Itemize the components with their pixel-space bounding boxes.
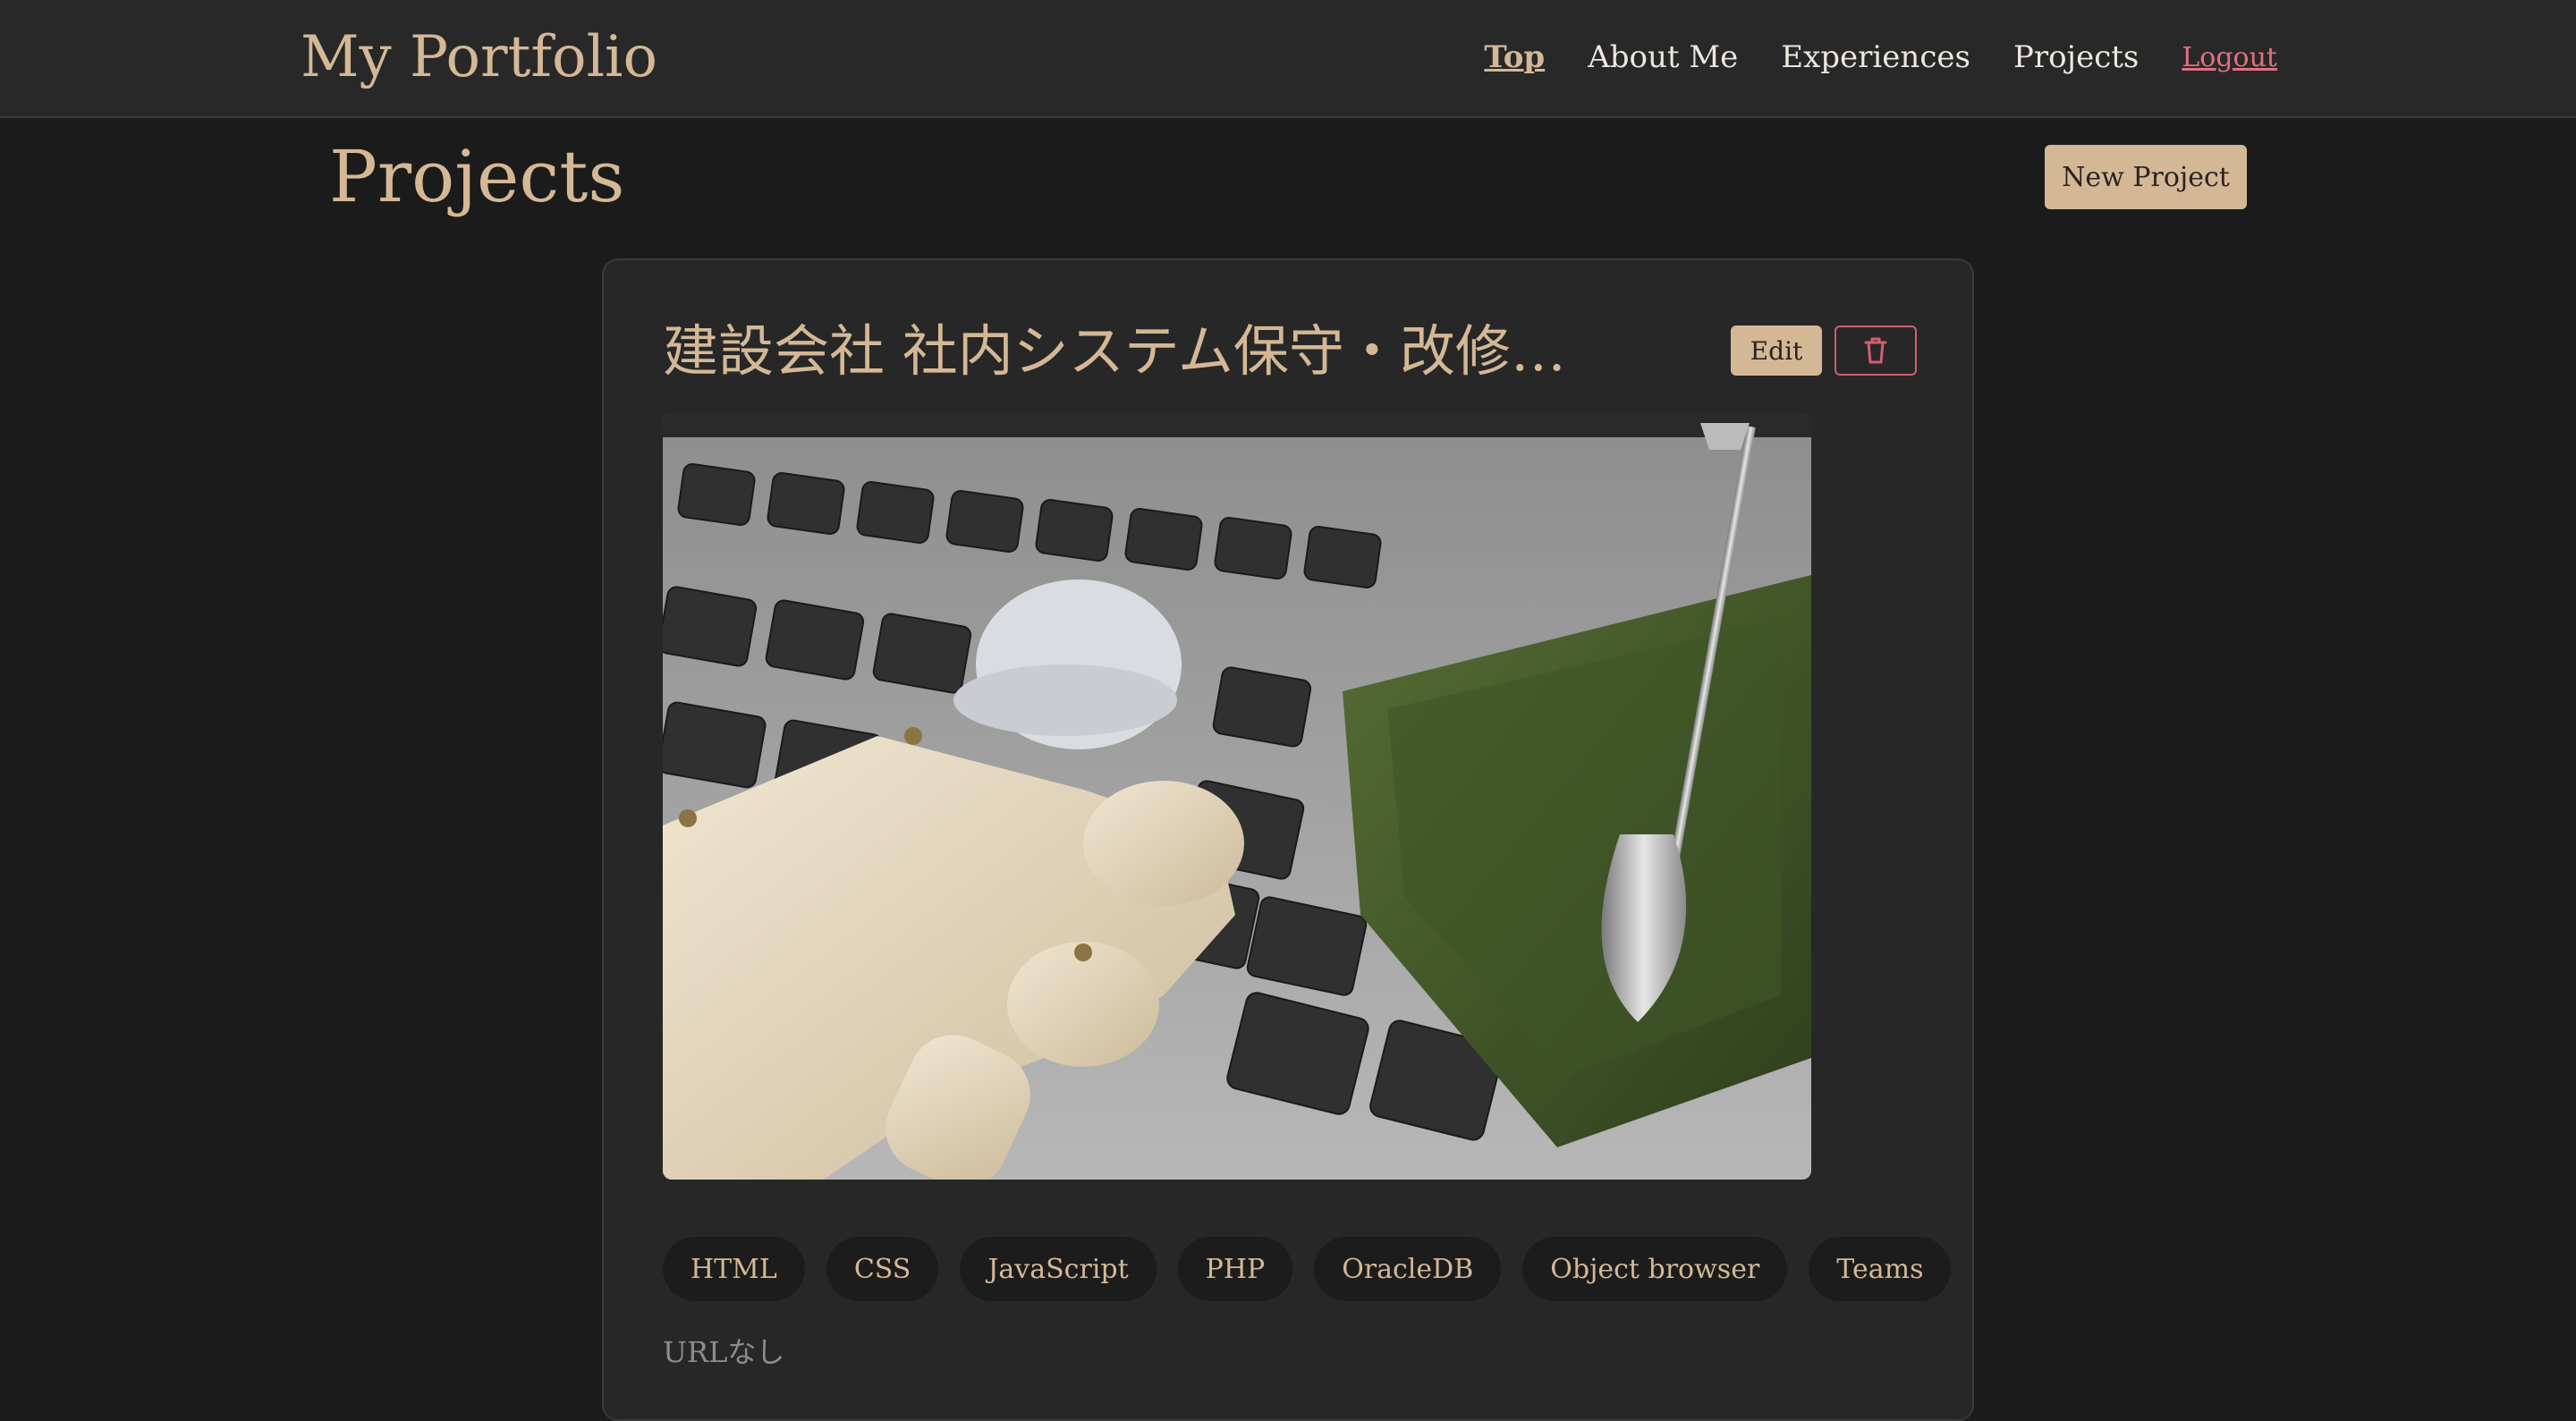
edit-button[interactable]: Edit [1731,326,1822,376]
tech-tags: HTML CSS JavaScript PHP OracleDB Object … [663,1237,1952,1301]
project-title: 建設会社 社内システム保守・改修… [663,318,1566,384]
nav-link-experiences[interactable]: Experiences [1781,39,1970,75]
tag-html: HTML [663,1237,805,1301]
project-card: 建設会社 社内システム保守・改修… Edit HTML CSS JavaScri… [602,258,1974,1421]
tag-css: CSS [826,1237,939,1301]
nav-link-logout[interactable]: Logout [2182,42,2277,73]
tag-teams: Teams [1809,1237,1952,1301]
nav-link-top[interactable]: Top [1484,39,1545,75]
tag-javascript: JavaScript [960,1237,1157,1301]
top-navbar: My Portfolio Top About Me Experiences Pr… [0,0,2576,118]
tag-object-browser: Object browser [1522,1237,1788,1301]
tag-oracledb: OracleDB [1314,1237,1502,1301]
trash-icon [1864,337,1887,364]
delete-button[interactable] [1835,326,1917,376]
project-photo [663,414,1811,1180]
nav-links: Top About Me Experiences Projects Logout [1484,32,2277,82]
nav-link-projects[interactable]: Projects [2013,39,2139,75]
new-project-button[interactable]: New Project [2045,145,2247,209]
project-image [663,414,1811,1180]
tag-php: PHP [1177,1237,1293,1301]
nav-link-about-me[interactable]: About Me [1588,39,1738,75]
project-url-status: URLなし [663,1335,785,1369]
brand-logo[interactable]: My Portfolio [301,21,657,93]
page-title: Projects [329,135,625,218]
